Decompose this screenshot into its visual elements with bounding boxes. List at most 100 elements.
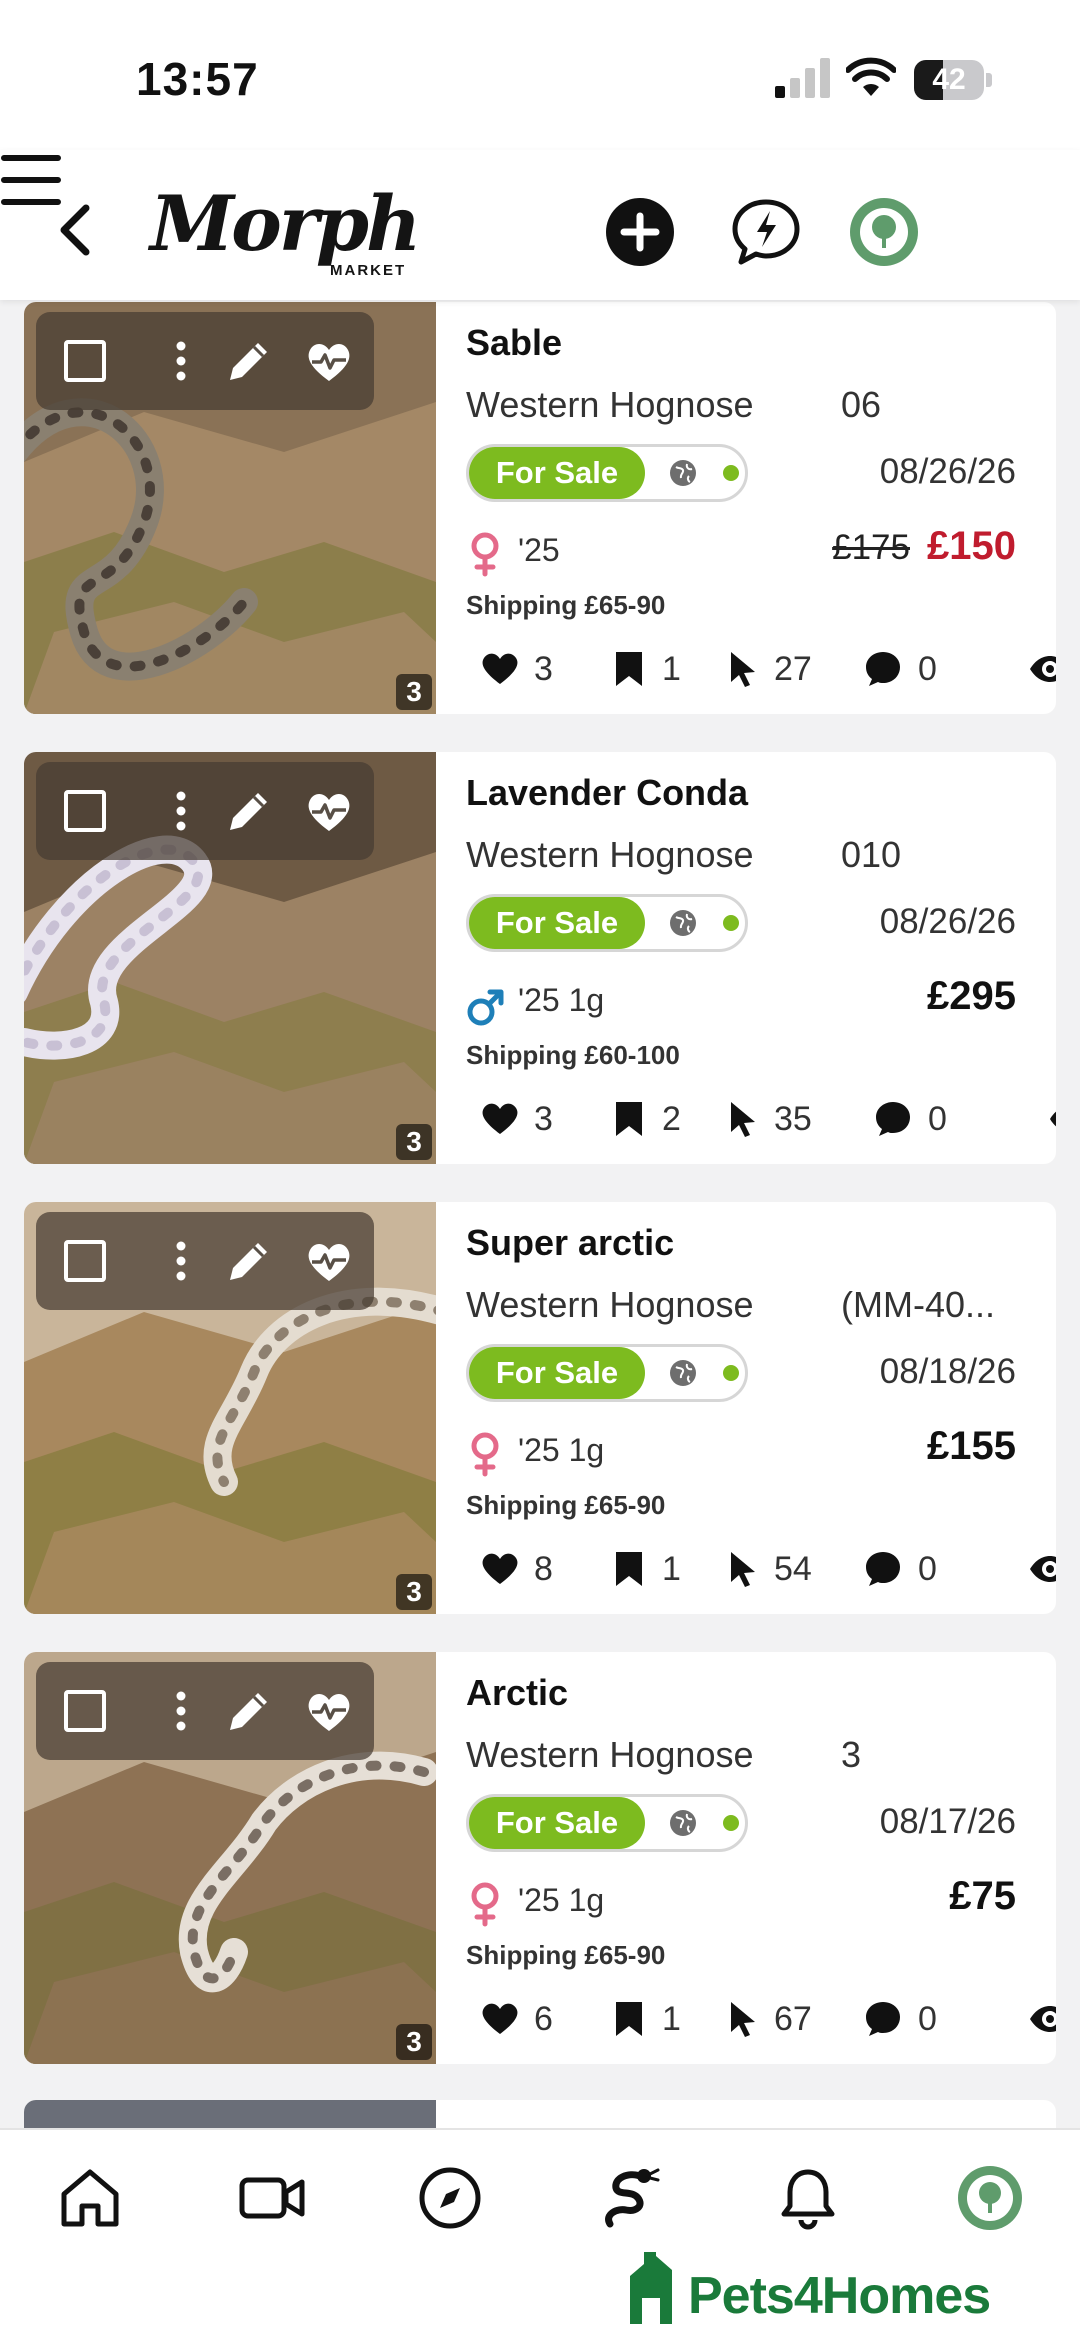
listing-photo[interactable]: 3 — [24, 302, 436, 714]
add-listing-button[interactable] — [604, 196, 676, 268]
status-toggle[interactable]: For Sale — [466, 894, 748, 952]
listing-code: (MM-40... — [841, 1284, 996, 1325]
female-icon — [471, 1432, 499, 1477]
listing-species: Western Hognose — [466, 834, 754, 875]
edit-pencil-icon[interactable] — [224, 1686, 274, 1736]
compass-icon[interactable] — [414, 2162, 486, 2234]
listing-date: 08/18/26 — [879, 1352, 1016, 1391]
saves-count: 1 — [662, 2000, 681, 2038]
comments-count: 0 — [918, 1550, 937, 1588]
select-checkbox[interactable] — [64, 340, 106, 382]
likes-count: 6 — [534, 2000, 553, 2038]
eye-icon[interactable] — [1028, 654, 1056, 689]
listing-photo[interactable]: 3 — [24, 1202, 436, 1614]
listing-photo[interactable]: 3 — [24, 752, 436, 1164]
listing-stats: 6 1 67 0 — [480, 1990, 1056, 2046]
cellular-signal-icon — [775, 58, 830, 98]
select-checkbox[interactable] — [64, 1690, 106, 1732]
edit-pencil-icon[interactable] — [224, 336, 274, 386]
bottom-navigation: Pets4Homes — [0, 2128, 1080, 2341]
saves-count: 1 — [662, 650, 681, 688]
listing-title[interactable]: Sable — [466, 322, 562, 364]
pets4homes-watermark: Pets4Homes — [624, 2238, 1024, 2328]
clicks-count: 54 — [774, 1550, 812, 1588]
listing-date: 08/26/26 — [879, 902, 1016, 941]
snake-icon[interactable] — [596, 2162, 668, 2234]
for-sale-badge[interactable]: For Sale — [469, 447, 645, 499]
comments-count: 0 — [918, 2000, 937, 2038]
globe-icon[interactable] — [669, 1359, 697, 1387]
health-heart-icon[interactable] — [304, 1236, 354, 1286]
battery-icon: 42 — [914, 60, 992, 100]
male-icon — [467, 989, 504, 1026]
for-sale-badge[interactable]: For Sale — [469, 1797, 645, 1849]
for-sale-badge[interactable]: For Sale — [469, 1347, 645, 1399]
listing-info: Super arctic Western Hognose (MM-40... F… — [466, 1202, 1056, 1614]
listing-stats: 3 1 27 0 — [480, 640, 1056, 696]
listing-toolbar — [36, 312, 374, 410]
listing-card[interactable]: 3 Super arctic Western Hognose (MM-40...… — [24, 1202, 1056, 1614]
for-sale-badge[interactable]: For Sale — [469, 897, 645, 949]
listing-price: £75 — [949, 1874, 1016, 1918]
back-button[interactable] — [52, 200, 102, 260]
female-icon — [471, 1882, 499, 1927]
edit-pencil-icon[interactable] — [224, 786, 274, 836]
saves-count: 2 — [662, 1100, 681, 1138]
select-checkbox[interactable] — [64, 790, 106, 832]
eye-icon[interactable] — [1028, 2004, 1056, 2039]
more-options-icon[interactable] — [156, 1236, 206, 1286]
avatar-icon[interactable] — [954, 2162, 1026, 2234]
clicks-count: 67 — [774, 2000, 812, 2038]
listing-photo[interactable]: 3 — [24, 1652, 436, 2064]
shipping-info: Shipping £65-90 — [466, 590, 666, 620]
listing-code: 010 — [841, 834, 902, 875]
more-options-icon[interactable] — [156, 786, 206, 836]
globe-icon[interactable] — [669, 909, 697, 937]
listing-title[interactable]: Lavender Conda — [466, 772, 748, 814]
health-heart-icon[interactable] — [304, 786, 354, 836]
status-toggle[interactable]: For Sale — [466, 1794, 748, 1852]
messages-icon[interactable] — [730, 196, 802, 268]
home-icon[interactable] — [54, 2162, 126, 2234]
status-toggle[interactable]: For Sale — [466, 1344, 748, 1402]
health-heart-icon[interactable] — [304, 336, 354, 386]
listing-price: £155 — [927, 1424, 1016, 1468]
listing-title[interactable]: Arctic — [466, 1672, 568, 1714]
health-heart-icon[interactable] — [304, 1686, 354, 1736]
morph-market-logo[interactable]: Morph MARKET — [150, 184, 421, 280]
comments-count: 0 — [918, 650, 937, 688]
video-icon[interactable] — [236, 2162, 308, 2234]
globe-icon[interactable] — [669, 1809, 697, 1837]
listing-stats: 3 2 35 0 — [480, 1090, 1056, 1146]
female-icon — [471, 532, 499, 577]
listing-title[interactable]: Super arctic — [466, 1222, 674, 1264]
eye-icon[interactable] — [1028, 1554, 1056, 1589]
listing-card[interactable]: 3 Sable Western Hognose 06 For Sale 08/2… — [24, 302, 1056, 714]
listing-price: £295 — [927, 974, 1016, 1018]
listing-age: '25 1g — [518, 1432, 605, 1468]
listing-date: 08/17/26 — [879, 1802, 1016, 1841]
listing-date: 08/26/26 — [879, 452, 1016, 491]
listing-age: '25 — [518, 532, 560, 568]
wifi-icon — [846, 57, 896, 96]
photo-count-badge: 3 — [396, 1124, 432, 1160]
listing-info: Arctic Western Hognose 3 For Sale 08/17/… — [466, 1652, 1056, 2064]
more-options-icon[interactable] — [156, 1686, 206, 1736]
listing-card[interactable]: 3 Arctic Western Hognose 3 For Sale 08/1… — [24, 1652, 1056, 2064]
listing-toolbar — [36, 762, 374, 860]
photo-count-badge: 3 — [396, 674, 432, 710]
listing-age: '25 1g — [518, 1882, 605, 1918]
listing-card[interactable]: 3 Lavender Conda Western Hognose 010 For… — [24, 752, 1056, 1164]
edit-pencil-icon[interactable] — [224, 1236, 274, 1286]
more-options-icon[interactable] — [156, 336, 206, 386]
listing-info: Lavender Conda Western Hognose 010 For S… — [466, 752, 1056, 1164]
app-header: Morph MARKET — [0, 150, 1080, 300]
select-checkbox[interactable] — [64, 1240, 106, 1282]
bell-icon[interactable] — [772, 2162, 844, 2234]
active-indicator — [723, 915, 739, 931]
eye-icon[interactable] — [1048, 1104, 1056, 1139]
listing-species: Western Hognose — [466, 1734, 754, 1775]
status-toggle[interactable]: For Sale — [466, 444, 748, 502]
globe-icon[interactable] — [669, 459, 697, 487]
profile-avatar[interactable] — [848, 196, 920, 268]
